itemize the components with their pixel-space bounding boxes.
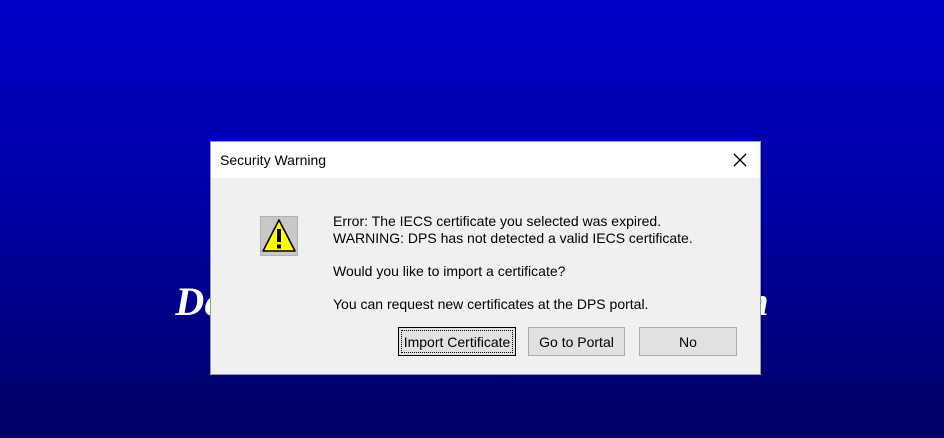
error-message: Error: The IECS certificate you selected… [333, 213, 662, 229]
question-message: Would you like to import a certificate? [333, 263, 566, 279]
warning-message: WARNING: DPS has not detected a valid IE… [333, 230, 693, 246]
warning-icon [260, 216, 298, 256]
close-icon [733, 153, 747, 167]
dialog-title: Security Warning [220, 152, 327, 168]
dialog-titlebar[interactable]: Security Warning [211, 142, 760, 178]
info-message: You can request new certificates at the … [333, 296, 649, 312]
go-to-portal-button[interactable]: Go to Portal [528, 327, 625, 356]
close-button[interactable] [720, 142, 760, 178]
security-warning-dialog: Security Warning Error: The IECS certifi… [210, 141, 761, 375]
no-button[interactable]: No [639, 327, 737, 356]
import-certificate-button[interactable]: Import Certificate [398, 327, 516, 356]
